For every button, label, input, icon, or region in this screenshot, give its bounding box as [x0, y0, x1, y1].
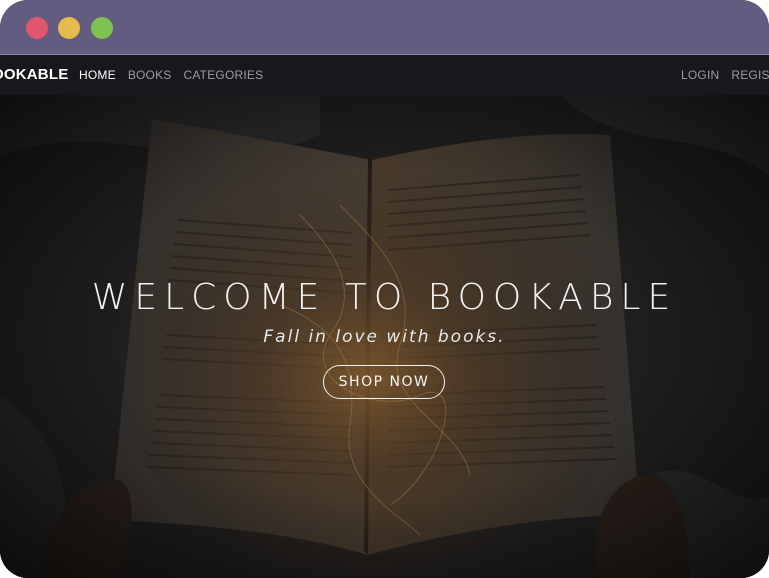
browser-window: OOKABLE HOME BOOKS CATEGORIES LOGIN REGI…: [0, 0, 769, 578]
nav-register-link[interactable]: REGISTE: [731, 68, 769, 82]
nav-home-link[interactable]: HOME: [79, 68, 116, 82]
minimize-window-button[interactable]: [58, 17, 80, 39]
nav-left: HOME BOOKS CATEGORIES: [79, 68, 263, 82]
close-window-button[interactable]: [26, 17, 48, 39]
brand-logo[interactable]: OOKABLE: [0, 66, 68, 83]
window-titlebar: [0, 0, 769, 55]
top-navbar: OOKABLE HOME BOOKS CATEGORIES LOGIN REGI…: [0, 55, 769, 95]
nav-books-link[interactable]: BOOKS: [128, 68, 172, 82]
maximize-window-button[interactable]: [91, 17, 113, 39]
nav-login-link[interactable]: LOGIN: [681, 68, 719, 82]
hero-title: WELCOME TO BOOKABLE: [91, 277, 678, 318]
shop-now-button[interactable]: SHOP NOW: [323, 365, 445, 399]
hero-subtitle: Fall in love with books.: [263, 327, 506, 347]
nav-categories-link[interactable]: CATEGORIES: [184, 68, 264, 82]
nav-right: LOGIN REGISTE: [681, 68, 769, 82]
hero-section: WELCOME TO BOOKABLE Fall in love with bo…: [0, 95, 769, 578]
